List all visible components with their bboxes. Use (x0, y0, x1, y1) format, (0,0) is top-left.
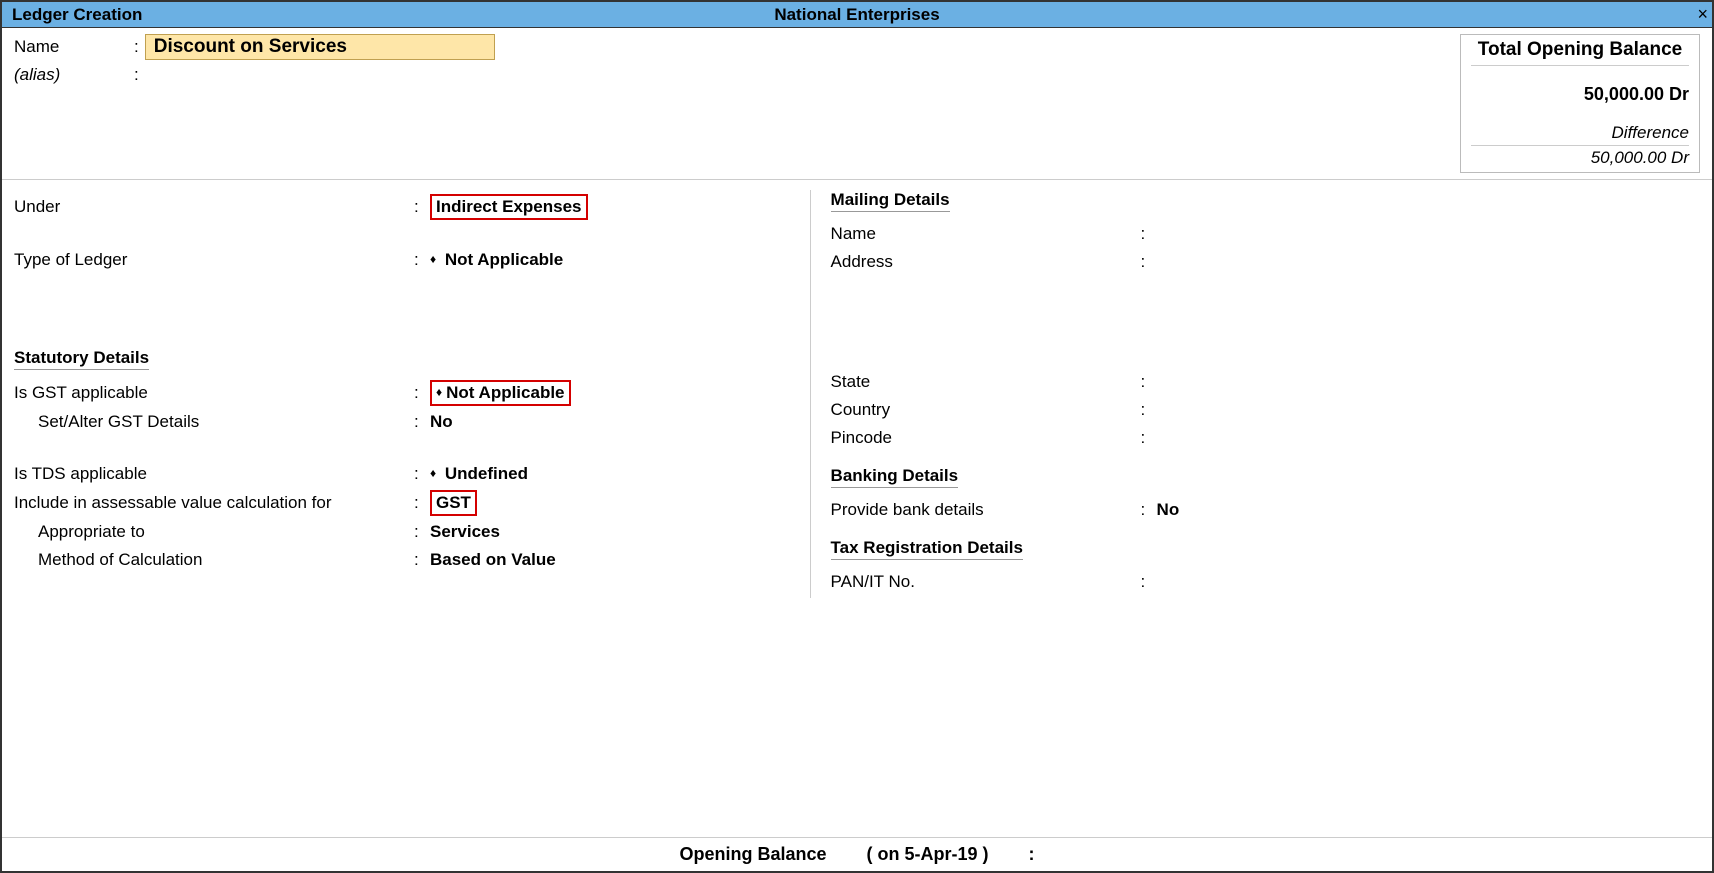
difference-label: Difference (1471, 123, 1689, 146)
opening-balance-date: ( on 5-Apr-19 ) (867, 844, 989, 865)
company-name: National Enterprises (2, 5, 1712, 25)
under-label: Under (14, 197, 414, 217)
appropriate-to-field[interactable]: Services (430, 522, 790, 542)
tds-applicable-value: Undefined (445, 464, 528, 483)
under-field[interactable]: Indirect Expenses (430, 194, 790, 220)
provide-bank-details-label: Provide bank details (831, 500, 1141, 520)
alias-label: (alias) (14, 65, 134, 85)
total-opening-balance-amount: 50,000.00 Dr (1471, 84, 1689, 105)
appropriate-to-value: Services (430, 522, 500, 541)
method-calc-label: Method of Calculation (14, 550, 414, 570)
statutory-details-header: Statutory Details (14, 348, 149, 370)
banking-details-header: Banking Details (831, 466, 959, 488)
alias-input[interactable] (145, 64, 495, 86)
opening-balance-sep: : (1029, 844, 1035, 865)
total-opening-balance-header: Total Opening Balance (1471, 39, 1689, 66)
appropriate-to-label: Appropriate to (14, 522, 414, 542)
tds-applicable-label: Is TDS applicable (14, 464, 414, 484)
mailing-details-header: Mailing Details (831, 190, 950, 212)
tds-applicable-field[interactable]: Undefined (430, 464, 790, 484)
include-assessable-label: Include in assessable value calculation … (14, 493, 414, 513)
colon: : (134, 65, 145, 85)
opening-balance-panel: Total Opening Balance 50,000.00 Dr Diffe… (1460, 34, 1700, 173)
opening-balance-bar: Opening Balance ( on 5-Apr-19 ) : (2, 837, 1712, 871)
close-icon[interactable]: × (1697, 4, 1708, 25)
difference-amount: 50,000.00 Dr (1471, 148, 1689, 168)
address-label: Address (831, 252, 1141, 272)
set-alter-gst-label: Set/Alter GST Details (14, 412, 414, 432)
title-bar: Ledger Creation National Enterprises × (2, 2, 1712, 28)
include-assessable-field[interactable]: GST (430, 490, 790, 516)
tax-registration-header: Tax Registration Details (831, 538, 1023, 560)
under-value: Indirect Expenses (430, 194, 588, 220)
ledger-name-input[interactable]: Discount on Services (145, 34, 495, 60)
type-of-ledger-label: Type of Ledger (14, 250, 414, 270)
pan-it-no-label: PAN/IT No. (831, 572, 1141, 592)
state-label: State (831, 372, 1141, 392)
country-label: Country (831, 400, 1141, 420)
ledger-name-value: Discount on Services (154, 36, 347, 58)
include-assessable-value: GST (430, 490, 477, 516)
type-of-ledger-field[interactable]: Not Applicable (430, 250, 790, 270)
gst-applicable-value: Not Applicable (430, 380, 571, 406)
gst-applicable-field[interactable]: Not Applicable (430, 380, 790, 406)
pincode-label: Pincode (831, 428, 1141, 448)
screen-title: Ledger Creation (2, 5, 142, 25)
name-label: Name (14, 37, 134, 57)
method-calc-value: Based on Value (430, 550, 556, 569)
type-of-ledger-value: Not Applicable (445, 250, 563, 269)
set-alter-gst-field[interactable]: No (430, 412, 790, 432)
colon: : (134, 37, 145, 57)
provide-bank-details-value: No (1157, 500, 1180, 519)
opening-balance-label: Opening Balance (679, 844, 826, 865)
provide-bank-details-field[interactable]: No (1157, 500, 1700, 520)
mailing-name-label: Name (831, 224, 1141, 244)
method-calc-field[interactable]: Based on Value (430, 550, 790, 570)
gst-applicable-label: Is GST applicable (14, 383, 414, 403)
set-alter-gst-value: No (430, 412, 453, 431)
